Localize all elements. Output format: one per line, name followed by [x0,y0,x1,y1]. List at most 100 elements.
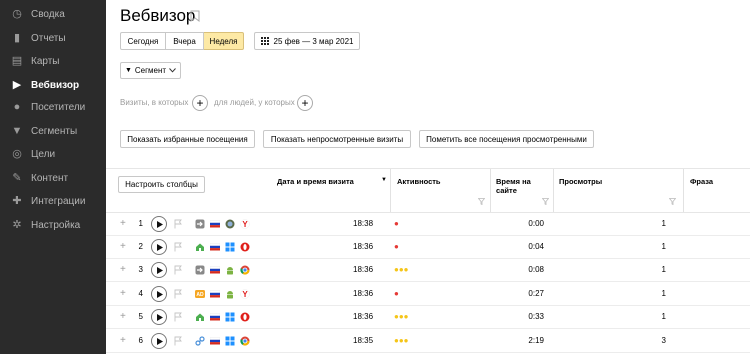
favorite-flag-icon[interactable] [174,336,182,346]
sidebar-item-9[interactable]: ✲ Настройка [0,214,106,236]
windows-icon [225,336,235,346]
expand-row-button[interactable]: + [120,311,126,322]
pageviews-count: 3 [661,336,666,345]
play-icon [156,220,163,228]
sidebar-item-4[interactable]: ● Посетители [0,96,106,118]
column-header-datetime[interactable]: Дата и время визита [277,177,354,186]
sidebar-item-5[interactable]: ▼ Сегменты [0,120,106,142]
time-on-site: 0:27 [528,289,544,298]
column-divider [490,169,491,212]
table-row[interactable]: +5 18:36 ●●● 0:33 1 [106,306,750,329]
visits-condition-label: Визиты, в которых [120,98,189,107]
play-recording-button[interactable] [151,309,167,325]
visit-time: 18:36 [353,242,374,251]
column-divider [683,169,684,212]
column-header-phrase[interactable]: Фраза [690,177,713,186]
filter-icon[interactable] [478,198,485,205]
pageviews-count: 1 [661,219,666,228]
activity-indicator: ● [394,219,399,228]
expand-row-button[interactable]: + [120,264,126,275]
configure-columns-button[interactable]: Настроить столбцы [118,176,205,193]
table-row[interactable]: +6 18:35 ●●● 2:19 3 [106,330,750,353]
play-recording-button[interactable] [151,333,167,349]
source-internal-icon [196,313,204,321]
svg-text:AD: AD [196,292,204,298]
time-on-site: 0:04 [528,242,544,251]
sidebar-item-1[interactable]: ▮ Отчеты [0,27,106,49]
row-number: 1 [138,219,143,228]
puzzle-icon: ✚ [12,194,22,207]
expand-row-button[interactable]: + [120,335,126,346]
source-internal-icon [196,243,204,251]
favorite-flag-icon[interactable] [174,265,182,275]
android-icon [227,291,233,299]
period-today[interactable]: Сегодня [120,32,166,50]
expand-row-button[interactable]: + [120,218,126,229]
flag-ru-icon [210,337,220,345]
column-divider [553,169,554,212]
add-people-condition-button[interactable]: + [297,95,313,111]
favorite-flag-icon[interactable] [174,219,182,229]
date-range-button[interactable]: 25 фев — 3 мар 2021 [254,32,360,50]
play-recording-button[interactable] [151,216,167,232]
expand-row-button[interactable]: + [120,241,126,252]
table-top-border [106,168,750,169]
table-row[interactable]: +3 18:36 ●●● 0:08 1 [106,259,750,282]
show-favorites-button[interactable]: Показать избранные посещения [120,130,255,148]
play-recording-button[interactable] [151,262,167,278]
column-header-time-line1[interactable]: Время на [496,177,531,186]
column-header-time-line2[interactable]: сайте [496,186,517,195]
play-icon [156,313,163,321]
sidebar-item-3[interactable]: ▶ Вебвизор [0,74,106,96]
visit-time: 18:38 [353,219,374,228]
favorite-flag-icon[interactable] [174,242,182,252]
map-icon: ▤ [11,54,23,67]
sidebar: ◷ Сводка ▮ Отчеты ▤ Карты ▶ Вебвизор ● Посетители… [0,0,106,354]
sidebar-item-0[interactable]: ◷ Сводка [0,3,106,25]
segment-button[interactable]: ▼ Сегмент [120,62,181,79]
expand-row-button[interactable]: + [120,288,126,299]
play-recording-button[interactable] [151,239,167,255]
macos-icon [225,219,235,229]
row-divider [106,328,750,329]
sidebar-item-7[interactable]: ✎ Контент [0,167,106,189]
column-header-activity[interactable]: Активность [397,177,441,186]
windows-icon [225,242,235,252]
sidebar-item-8[interactable]: ✚ Интеграции [0,190,106,212]
chrome-icon [240,336,250,346]
row-divider [106,352,750,353]
filter-icon[interactable] [669,198,676,205]
add-visit-condition-button[interactable]: + [192,95,208,111]
activity-indicator: ● [394,242,399,251]
source-ad-icon: AD [195,290,205,298]
period-week[interactable]: Неделя [204,32,244,50]
sort-desc-icon[interactable]: ▼ [381,177,387,183]
table-row[interactable]: +4 AD Y 18:36 ● 0:27 1 [106,283,750,306]
period-yesterday[interactable]: Вчера [166,32,204,50]
table-row[interactable]: +2 18:36 ● 0:04 1 [106,236,750,259]
column-divider [390,169,391,212]
mark-all-viewed-button[interactable]: Пометить все посещения просмотренными [419,130,594,148]
yandex-browser-icon: Y [240,219,250,229]
filter-icon[interactable] [542,198,549,205]
show-unviewed-button[interactable]: Показать непросмотренные визиты [263,130,411,148]
gear-icon: ✲ [12,218,22,231]
activity-indicator: ●●● [394,336,409,345]
column-header-views[interactable]: Просмотры [559,177,602,186]
favorite-flag-icon[interactable] [174,312,182,322]
sidebar-item-6[interactable]: ◎ Цели [0,143,106,165]
bookmark-icon[interactable] [190,10,200,22]
sidebar-item-label: Цели [31,148,56,160]
favorite-flag-icon[interactable] [174,289,182,299]
dashboard-icon: ◷ [12,7,22,20]
play-recording-button[interactable] [151,286,167,302]
play-icon [156,337,163,345]
chrome-icon [240,265,250,275]
pageviews-count: 1 [661,289,666,298]
pageviews-count: 1 [661,265,666,274]
table-row[interactable]: +1 Y 18:38 ● 0:00 1 [106,213,750,236]
sidebar-item-label: Контент [31,172,69,184]
visit-time: 18:36 [353,289,374,298]
bar-chart-icon: ▮ [13,31,21,44]
sidebar-item-2[interactable]: ▤ Карты [0,50,106,72]
